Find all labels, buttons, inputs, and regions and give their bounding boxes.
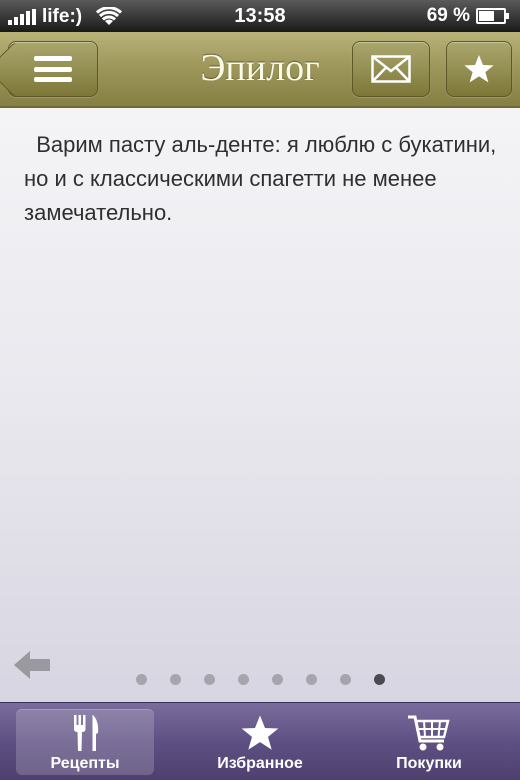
page-dot[interactable] (135, 674, 147, 685)
page-dot[interactable] (373, 674, 385, 685)
battery-fill (479, 11, 494, 21)
tab-shopping-label: Покупки (396, 755, 462, 772)
page-dot[interactable] (203, 674, 215, 685)
star-icon (464, 55, 494, 83)
fork-knife-icon (74, 715, 99, 751)
page-dot[interactable] (237, 674, 249, 685)
page-dot[interactable] (271, 674, 283, 685)
status-right: 69 % (427, 5, 510, 27)
page-dot[interactable] (305, 674, 317, 685)
page-dot[interactable] (169, 674, 181, 685)
content-area: Варим пасту аль-денте: я люблю с букатин… (0, 108, 520, 702)
battery-icon (476, 8, 509, 24)
mail-button[interactable] (352, 41, 430, 97)
tab-recipes[interactable]: Рецепты (16, 709, 154, 775)
tab-favorites-label: Избранное (217, 755, 303, 772)
screen: life:) 13:58 69 % Эпилог Варим пасту аль… (0, 0, 520, 780)
tab-recipes-label: Рецепты (50, 755, 120, 772)
envelope-icon (371, 55, 411, 83)
tab-shopping[interactable]: Покупки (360, 709, 498, 775)
page-indicator[interactable] (0, 674, 520, 685)
nav-bar: Эпилог (0, 32, 520, 108)
star-icon (241, 715, 279, 750)
menu-icon (34, 56, 72, 82)
page-dot[interactable] (339, 674, 351, 685)
favorite-button[interactable] (446, 41, 512, 97)
tab-bar: Рецепты Избранное Покупки (0, 702, 520, 780)
cart-icon (408, 715, 450, 751)
recipe-step-text: Варим пасту аль-денте: я люблю с букатин… (24, 128, 500, 230)
page-title: Эпилог (200, 47, 320, 89)
tab-favorites[interactable]: Избранное (191, 709, 329, 775)
battery-percent: 69 % (426, 5, 470, 26)
recipe-step-text-body: Варим пасту аль-денте: я люблю с букатин… (24, 132, 497, 225)
status-bar: life:) 13:58 69 % (0, 0, 520, 32)
